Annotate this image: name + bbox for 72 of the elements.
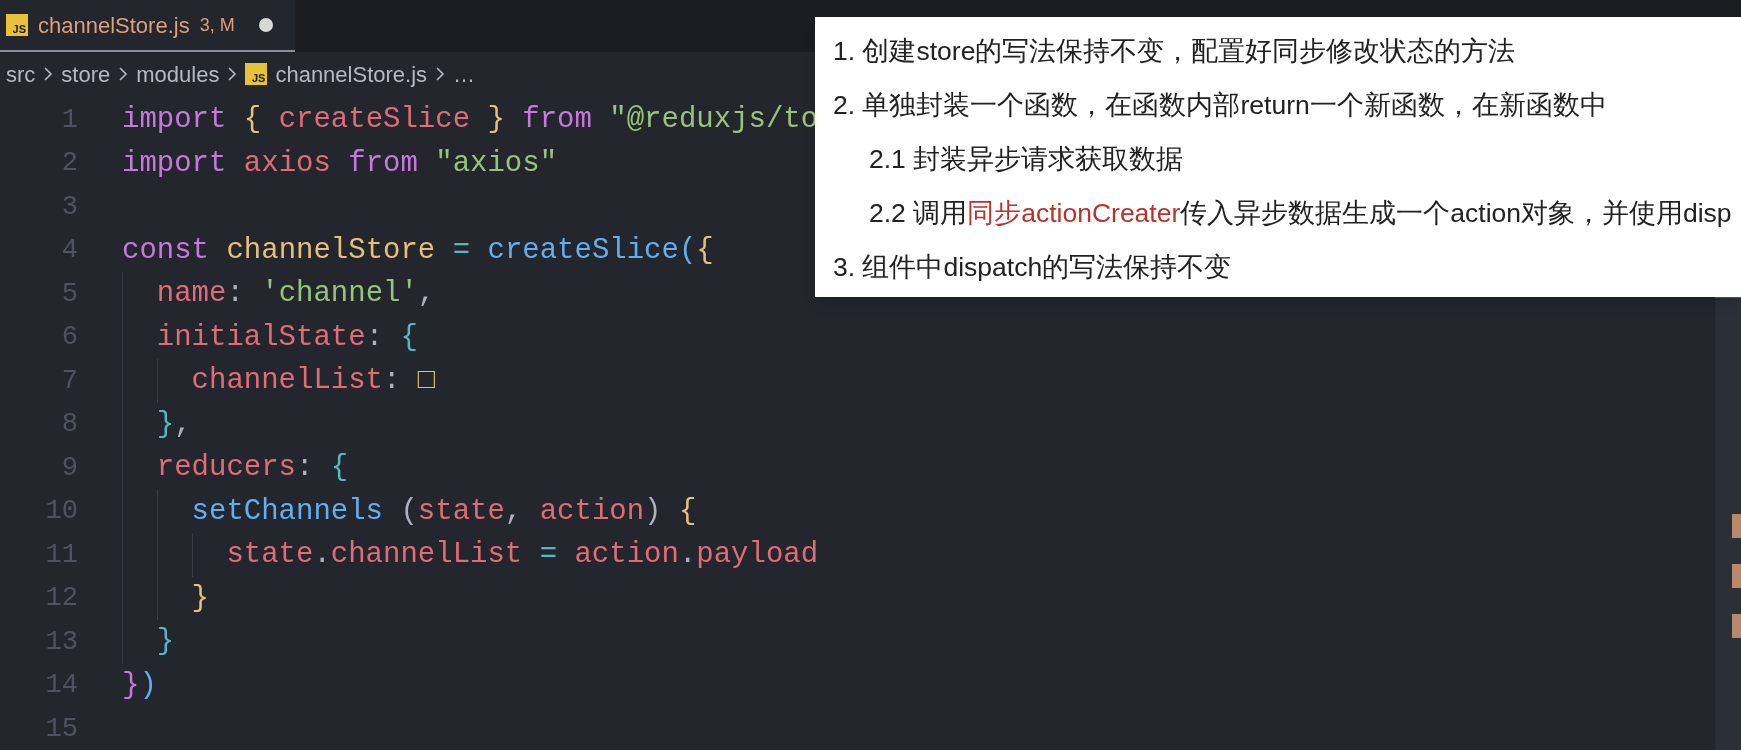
code-token: 'channel' xyxy=(260,276,418,312)
code-token: } xyxy=(156,406,175,443)
code-token: channelList xyxy=(330,537,523,573)
code-token: { xyxy=(329,450,349,486)
note-text: 3. 组件中dispatch的写法保持不变 xyxy=(833,251,1232,285)
problem-count-label: 3, M xyxy=(199,13,235,37)
code-token: from xyxy=(347,145,418,182)
code-token: ( xyxy=(399,493,418,530)
code-token: import xyxy=(122,102,227,138)
code-token: state xyxy=(226,537,314,573)
breadcrumb-item[interactable]: store xyxy=(61,57,111,91)
code-token: action xyxy=(538,493,645,530)
code-token: { xyxy=(677,493,697,530)
code-token: createSlice xyxy=(486,232,679,269)
note-text: 2. 单独封装一个函数，在函数内部return一个新函数，在新函数中 xyxy=(833,89,1607,123)
breadcrumb-item[interactable]: channelStore.js xyxy=(275,57,428,91)
breadcrumb-item[interactable]: modules xyxy=(136,57,220,91)
code-token: reducers xyxy=(156,450,297,486)
change-mark-icon xyxy=(1732,614,1741,638)
code-token: "axios" xyxy=(434,145,558,182)
code-token: = xyxy=(451,232,471,269)
code-token: createSlice xyxy=(277,102,471,138)
code-token: state xyxy=(417,493,505,530)
code-token: ) xyxy=(644,493,662,530)
breadcrumb-more[interactable]: … xyxy=(453,57,476,91)
code-token: } xyxy=(191,580,209,617)
code-token: name xyxy=(156,276,227,312)
chevron-icon xyxy=(118,66,129,82)
breadcrumb-item[interactable]: src xyxy=(6,57,36,91)
code-token: initialState xyxy=(156,319,366,356)
code-token: } xyxy=(156,624,175,660)
code-token: : xyxy=(365,319,384,356)
js-file-icon: JS xyxy=(245,63,268,85)
code-token: . xyxy=(678,537,697,573)
chevron-icon xyxy=(435,66,446,82)
code-token: payload xyxy=(696,537,819,573)
code-token: = xyxy=(538,537,558,573)
code-token: , xyxy=(417,276,436,312)
code-token: setChannels xyxy=(191,493,384,530)
code-token: import xyxy=(122,145,227,182)
code-token: const xyxy=(122,232,209,269)
code-token: { xyxy=(696,232,714,269)
code-token: ( xyxy=(678,232,697,269)
chevron-icon xyxy=(227,66,238,82)
chevron-icon xyxy=(43,66,54,82)
code-token: action xyxy=(573,537,679,573)
tab-label: channelStore.js xyxy=(38,11,190,40)
code-token: axios xyxy=(242,145,331,182)
code-token: ) xyxy=(139,667,157,704)
js-file-icon: JS xyxy=(6,14,28,36)
code-token: from xyxy=(521,102,592,138)
code-token: { xyxy=(399,319,418,356)
code-token: : xyxy=(383,363,401,399)
editor-tab[interactable]: JS channelStore.js 3, M xyxy=(0,0,295,52)
code-token: { xyxy=(242,102,262,138)
change-mark-icon xyxy=(1732,564,1741,588)
note-text: 2.2 调用同步actionCreater传入异步数据生成一个action对象，并使用disp xyxy=(869,197,1732,231)
note-text: 2.1 封装异步请求获取数据 xyxy=(869,143,1184,177)
code-token: channelList xyxy=(191,363,384,399)
note-text: 1. 创建store的写法保持不变，配置好同步修改状态的方法 xyxy=(833,35,1516,69)
code-token: } xyxy=(122,667,140,704)
code-token: : xyxy=(296,450,314,486)
change-mark-icon xyxy=(1732,514,1741,538)
code-token: . xyxy=(313,537,331,573)
code-token: , xyxy=(174,406,192,443)
code-token: channelStore xyxy=(225,232,436,269)
code-token: , xyxy=(504,493,523,530)
code-token: : xyxy=(226,276,244,312)
overview-ruler[interactable] xyxy=(1715,297,1741,750)
code-token: □ xyxy=(416,363,436,399)
code-token: "@reduxjs/to xyxy=(608,102,819,138)
code-token: } xyxy=(486,102,505,138)
